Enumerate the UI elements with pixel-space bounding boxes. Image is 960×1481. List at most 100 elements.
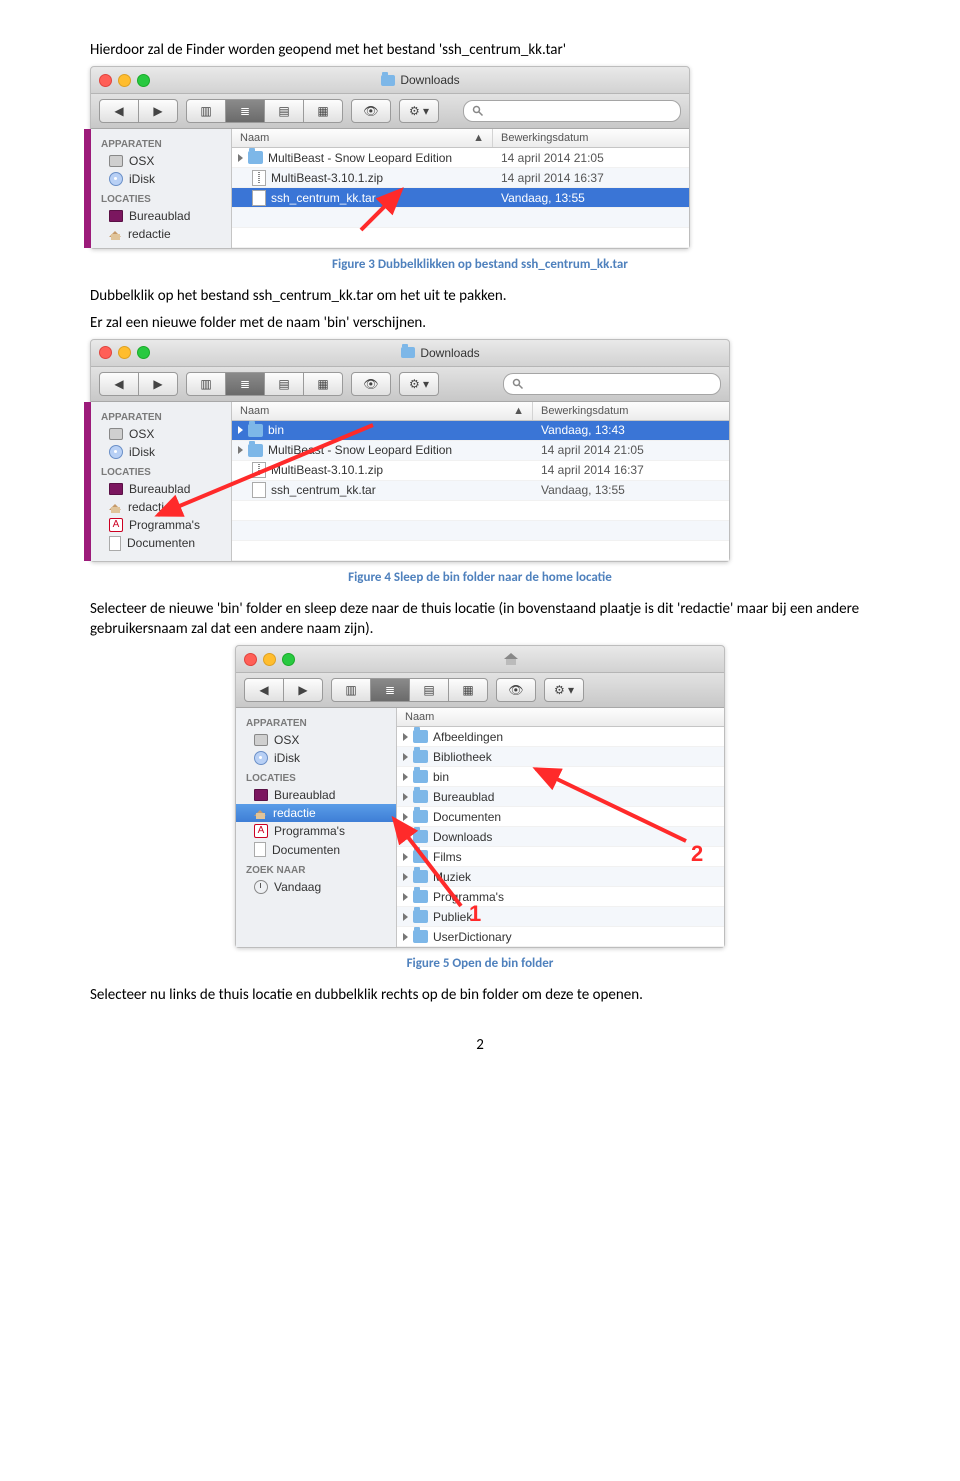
action-button[interactable]: ⚙ ▾ — [399, 372, 439, 396]
disclosure-triangle-icon[interactable] — [403, 753, 408, 761]
disclosure-triangle-icon[interactable] — [238, 154, 243, 162]
quicklook-button[interactable]: 👁 — [496, 678, 536, 702]
file-row[interactable]: Afbeeldingen — [397, 727, 724, 747]
view-column-button[interactable]: ▤ — [265, 372, 304, 396]
file-row[interactable]: Bibliotheek — [397, 747, 724, 767]
file-row[interactable]: bin — [397, 767, 724, 787]
home-icon — [109, 228, 122, 240]
col-header-name[interactable]: Naam ▲ — [232, 129, 493, 147]
disclosure-triangle-icon[interactable] — [403, 813, 408, 821]
zoom-icon[interactable] — [137, 74, 150, 87]
action-button[interactable]: ⚙ ▾ — [544, 678, 584, 702]
back-button[interactable]: ◀ — [244, 678, 284, 702]
file-row[interactable]: Bureaublad — [397, 787, 724, 807]
window-titlebar: Downloads — [91, 67, 689, 94]
disclosure-triangle-icon[interactable] — [403, 913, 408, 921]
sidebar-item-osx[interactable]: OSX — [91, 425, 231, 443]
forward-button[interactable]: ▶ — [139, 99, 178, 123]
disclosure-triangle-icon[interactable] — [403, 853, 408, 861]
zoom-icon[interactable] — [282, 653, 295, 666]
file-row[interactable]: MultiBeast-3.10.1.zip 14 april 2014 16:3… — [232, 461, 729, 481]
folder-icon — [413, 850, 428, 863]
file-row[interactable]: Films — [397, 847, 724, 867]
view-list-button[interactable]: ≣ — [226, 99, 265, 123]
zoom-icon[interactable] — [137, 346, 150, 359]
sidebar-item-idisk[interactable]: iDisk — [91, 170, 231, 188]
disclosure-triangle-icon[interactable] — [403, 793, 408, 801]
forward-button[interactable]: ▶ — [139, 372, 178, 396]
view-icon-button[interactable]: ▥ — [186, 372, 226, 396]
minimize-icon[interactable] — [263, 653, 276, 666]
sidebar-item-desktop[interactable]: Bureaublad — [236, 786, 396, 804]
file-row[interactable]: ssh_centrum_kk.tar Vandaag, 13:55 — [232, 481, 729, 501]
sidebar-item-apps[interactable]: AProgramma's — [236, 822, 396, 840]
disclosure-triangle-icon[interactable] — [403, 873, 408, 881]
file-row[interactable]: Muziek — [397, 867, 724, 887]
minimize-icon[interactable] — [118, 346, 131, 359]
file-row[interactable]: Programma's — [397, 887, 724, 907]
file-row[interactable]: Downloads — [397, 827, 724, 847]
folder-icon — [413, 770, 428, 783]
col-header-date[interactable]: Bewerkingsdatum — [493, 129, 689, 147]
close-icon[interactable] — [244, 653, 257, 666]
file-row[interactable]: Documenten — [397, 807, 724, 827]
disclosure-triangle-icon[interactable] — [403, 893, 408, 901]
folder-icon — [381, 75, 395, 86]
sidebar-item-desktop[interactable]: Bureaublad — [91, 480, 231, 498]
quicklook-button[interactable]: 👁 — [351, 99, 391, 123]
disclosure-triangle-icon[interactable] — [403, 733, 408, 741]
view-column-button[interactable]: ▤ — [265, 99, 304, 123]
col-header-name[interactable]: Naam ▲ — [232, 402, 533, 420]
file-row[interactable]: MultiBeast-3.10.1.zip 14 april 2014 16:3… — [232, 168, 689, 188]
col-header-name[interactable]: Naam — [397, 708, 724, 726]
file-row[interactable]: MultiBeast - Snow Leopard Edition 14 apr… — [232, 148, 689, 168]
close-icon[interactable] — [99, 346, 112, 359]
view-list-button[interactable]: ≣ — [226, 372, 265, 396]
folder-icon — [413, 890, 428, 903]
view-icon-button[interactable]: ▥ — [186, 99, 226, 123]
disclosure-triangle-icon[interactable] — [403, 933, 408, 941]
minimize-icon[interactable] — [118, 74, 131, 87]
sidebar-item-desktop[interactable]: Bureaublad — [91, 207, 231, 225]
back-button[interactable]: ◀ — [99, 372, 139, 396]
close-icon[interactable] — [99, 74, 112, 87]
sidebar-item-home[interactable]: redactie — [91, 498, 231, 516]
view-list-button[interactable]: ≣ — [371, 678, 410, 702]
sidebar-item-home[interactable]: redactie — [91, 225, 231, 243]
back-button[interactable]: ◀ — [99, 99, 139, 123]
file-row[interactable]: MultiBeast - Snow Leopard Edition 14 apr… — [232, 441, 729, 461]
view-coverflow-button[interactable]: ▦ — [304, 99, 343, 123]
sidebar-item-home-selected[interactable]: redactie — [236, 804, 396, 822]
file-row[interactable]: UserDictionary — [397, 927, 724, 947]
home-icon — [504, 653, 518, 665]
sidebar-item-osx[interactable]: OSX — [91, 152, 231, 170]
view-coverflow-button[interactable]: ▦ — [304, 372, 343, 396]
col-header-date[interactable]: Bewerkingsdatum — [533, 402, 729, 420]
disclosure-triangle-icon[interactable] — [403, 773, 408, 781]
view-column-button[interactable]: ▤ — [410, 678, 449, 702]
search-field[interactable] — [463, 100, 681, 122]
action-button[interactable]: ⚙ ▾ — [399, 99, 439, 123]
view-coverflow-button[interactable]: ▦ — [449, 678, 488, 702]
quicklook-button[interactable]: 👁 — [351, 372, 391, 396]
disclosure-triangle-icon[interactable] — [238, 446, 243, 454]
sidebar-item-idisk[interactable]: iDisk — [236, 749, 396, 767]
folder-icon — [413, 810, 428, 823]
sidebar-item-osx[interactable]: OSX — [236, 731, 396, 749]
view-icon-button[interactable]: ▥ — [331, 678, 371, 702]
file-row-selected[interactable]: ssh_centrum_kk.tar Vandaag, 13:55 — [232, 188, 689, 208]
sidebar-item-documents[interactable]: Documenten — [91, 534, 231, 553]
file-row[interactable]: Publiek — [397, 907, 724, 927]
sidebar-item-documents[interactable]: Documenten — [236, 840, 396, 859]
sidebar-item-apps[interactable]: AProgramma's — [91, 516, 231, 534]
sidebar-item-idisk[interactable]: iDisk — [91, 443, 231, 461]
forward-button[interactable]: ▶ — [284, 678, 323, 702]
disclosure-triangle-icon[interactable] — [238, 426, 243, 434]
disclosure-triangle-icon[interactable] — [403, 833, 408, 841]
window-titlebar — [236, 646, 724, 673]
search-field[interactable] — [503, 373, 721, 395]
file-row-selected[interactable]: bin Vandaag, 13:43 — [232, 421, 729, 441]
disk-icon — [109, 445, 123, 459]
sidebar-item-today[interactable]: Vandaag — [236, 878, 396, 896]
finder-toolbar: ◀ ▶ ▥ ≣ ▤ ▦ 👁 ⚙ ▾ — [91, 367, 729, 402]
